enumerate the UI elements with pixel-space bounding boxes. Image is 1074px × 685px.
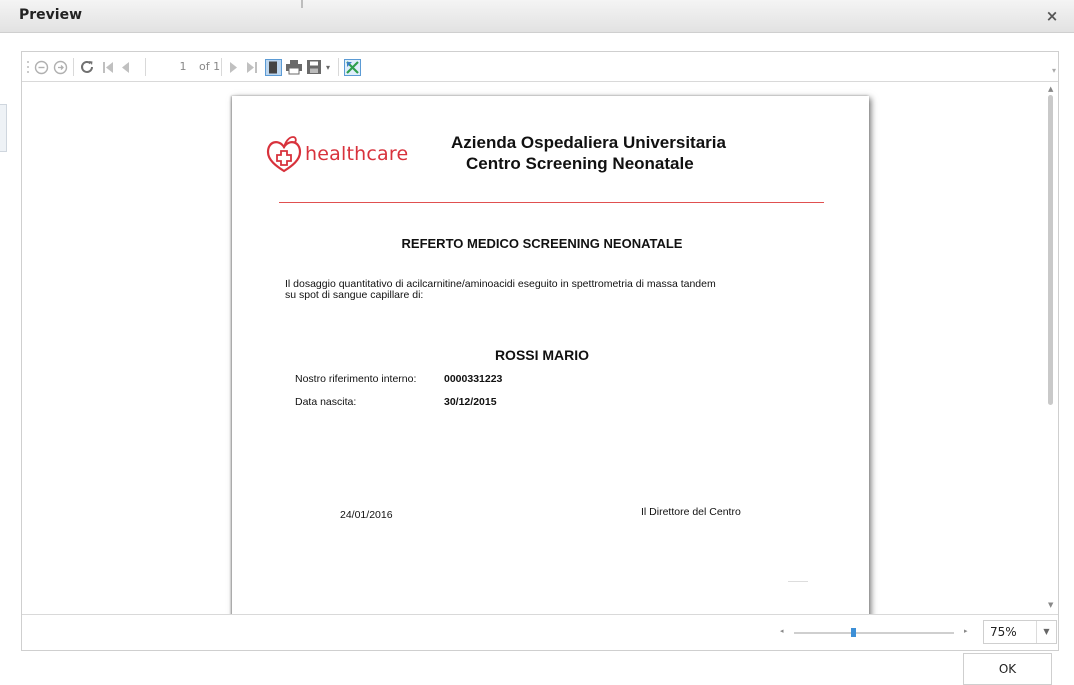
previous-page-icon[interactable] — [119, 58, 131, 76]
last-page-icon[interactable] — [245, 58, 259, 76]
report-title: REFERTO MEDICO SCREENING NEONATALE — [401, 236, 683, 251]
reference-label: Nostro riferimento interno: — [295, 373, 417, 385]
signature-line — [788, 581, 808, 582]
page-number-input[interactable]: 1 — [173, 58, 193, 76]
grip-icon — [25, 58, 31, 76]
organization-department: Centro Screening Neonatale — [466, 154, 694, 173]
header-divider — [279, 202, 824, 203]
report-viewer: 1 of 1 ▾ ▾ healthcare Azienda Ospedalier… — [21, 51, 1059, 651]
director-signature-label: Il Direttore del Centro — [641, 506, 741, 518]
birth-date-label: Data nascita: — [295, 396, 357, 408]
report-date: 24/01/2016 — [340, 509, 393, 521]
toolbar-divider — [145, 58, 146, 76]
toolbar-overflow-icon[interactable]: ▾ — [1052, 66, 1056, 75]
viewer-statusbar: ◂ ▸ 75% ▼ — [22, 616, 1058, 650]
side-panel-tab[interactable] — [0, 104, 7, 152]
toolbar-divider — [221, 58, 222, 76]
print-icon[interactable] — [285, 58, 303, 76]
reference-value: 0000331223 — [444, 373, 503, 385]
zoom-select[interactable]: 75% ▼ — [983, 620, 1057, 644]
scroll-down-icon[interactable]: ▼ — [1048, 601, 1053, 609]
vertical-scrollbar[interactable]: ▲ ▼ — [1044, 83, 1058, 614]
zoom-value: 75% — [990, 625, 1017, 639]
zoom-in-icon[interactable] — [52, 58, 68, 76]
zoom-slider-track[interactable] — [794, 632, 954, 634]
report-intro-line2: su spot di sangue capillare di: — [285, 289, 424, 301]
close-icon[interactable]: × — [1044, 8, 1060, 24]
scroll-up-icon[interactable]: ▲ — [1048, 85, 1053, 93]
logo-wordmark: healthcare — [305, 143, 409, 165]
viewer-toolbar: 1 of 1 ▾ ▾ — [22, 52, 1058, 82]
save-icon[interactable] — [306, 58, 322, 76]
page-layout-icon[interactable] — [264, 58, 282, 76]
organization-name: Azienda Ospedaliera Universitaria — [451, 133, 726, 152]
birth-date-value: 30/12/2015 — [444, 396, 497, 408]
refresh-icon[interactable] — [78, 58, 96, 76]
next-page-icon[interactable] — [227, 58, 239, 76]
patient-name: ROSSI MARIO — [494, 347, 590, 363]
document-canvas[interactable]: healthcare Azienda Ospedaliera Universit… — [22, 83, 1058, 615]
report-page: healthcare Azienda Ospedaliera Universit… — [232, 96, 869, 614]
zoom-slider-thumb[interactable] — [851, 628, 857, 637]
healthcare-logo: healthcare — [265, 135, 408, 173]
zoom-out-icon[interactable] — [33, 58, 49, 76]
chevron-down-icon[interactable]: ▼ — [1036, 621, 1056, 643]
title-bar: Preview × — [0, 0, 1074, 33]
dialog-title: Preview — [19, 7, 83, 23]
first-page-icon[interactable] — [101, 58, 115, 76]
zoom-decrease-icon[interactable]: ◂ — [780, 627, 784, 635]
scrollbar-thumb[interactable] — [1048, 95, 1053, 405]
page-count-label: of 1 — [199, 60, 221, 73]
report-intro: Il dosaggio quantitativo di acilcarnitin… — [285, 279, 765, 301]
export-excel-icon[interactable] — [343, 58, 361, 76]
toolbar-divider — [73, 58, 74, 76]
zoom-increase-icon[interactable]: ▸ — [964, 627, 968, 635]
title-divider — [301, 0, 303, 8]
toolbar-divider — [338, 58, 339, 76]
save-dropdown-icon[interactable]: ▾ — [323, 58, 333, 76]
ok-button[interactable]: OK — [963, 653, 1052, 685]
preview-dialog: Preview × 1 of 1 ▾ ▾ healthcare Azienda … — [0, 0, 1074, 685]
healthcare-logo-icon — [266, 136, 302, 173]
